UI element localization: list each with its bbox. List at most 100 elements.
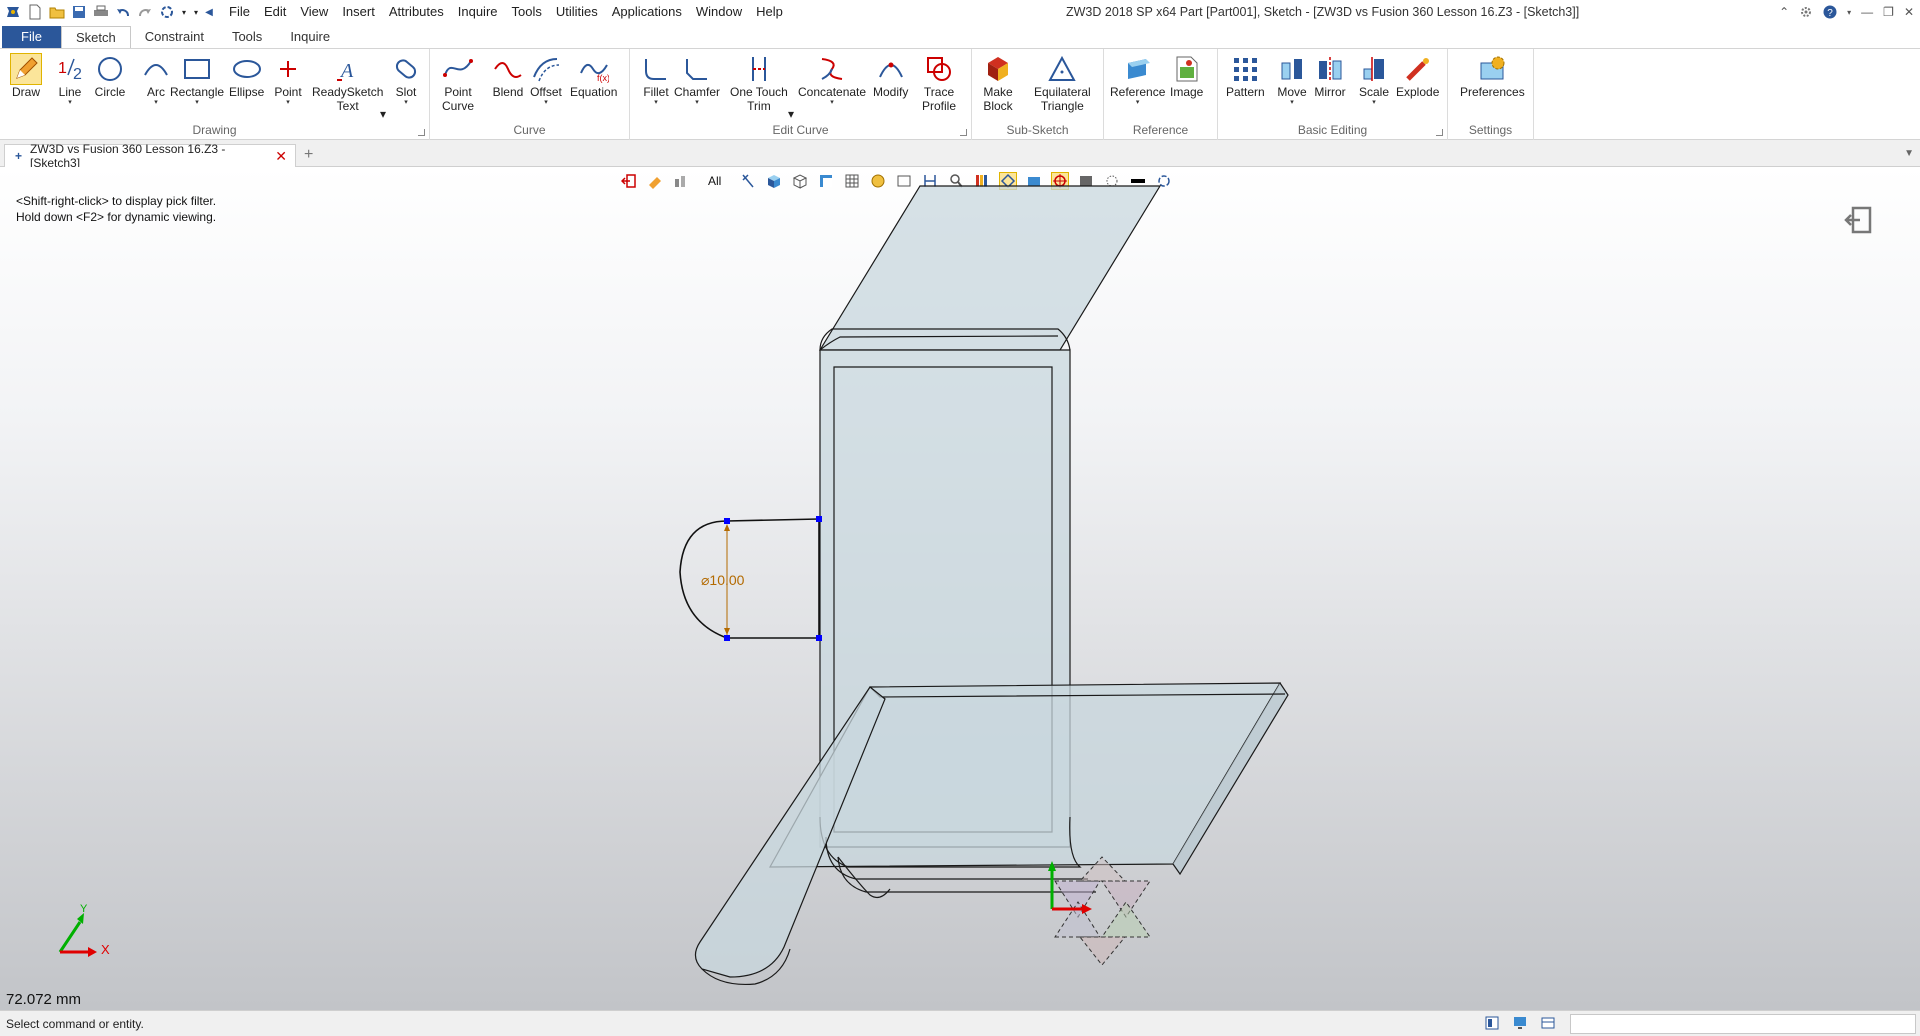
new-file-icon[interactable]: [26, 3, 44, 21]
help-dropdown-icon[interactable]: ▾: [1847, 8, 1851, 17]
print-icon[interactable]: [92, 3, 110, 21]
pattern-icon: [1229, 53, 1261, 85]
restore-icon[interactable]: ❐: [1883, 5, 1894, 19]
concatenate-button[interactable]: Concatenate ▾: [798, 53, 866, 107]
undo-icon[interactable]: [114, 3, 132, 21]
move-button[interactable]: Move ▾: [1276, 53, 1308, 107]
minimize-icon[interactable]: —: [1861, 5, 1873, 19]
triangle-icon: [1046, 53, 1078, 85]
rectangle-dropdown-icon[interactable]: ▾: [195, 99, 199, 107]
equation-button[interactable]: f(x) Equation: [570, 53, 617, 99]
trace-profile-button[interactable]: Trace Profile: [922, 53, 956, 113]
point-dropdown-icon[interactable]: ▾: [286, 99, 290, 107]
make-block-button[interactable]: Make Block: [982, 53, 1014, 113]
basic-editing-launcher-icon[interactable]: [1436, 129, 1443, 136]
command-input[interactable]: [1570, 1014, 1916, 1034]
ellipse-button[interactable]: Ellipse: [229, 53, 264, 99]
chevron-down-icon[interactable]: ▾: [180, 3, 188, 21]
image-button[interactable]: Image: [1170, 53, 1203, 99]
menu-view[interactable]: View: [293, 0, 335, 24]
menu-insert[interactable]: Insert: [335, 0, 382, 24]
readysketch-dropdown-icon[interactable]: ▾: [380, 107, 386, 121]
tab-inquire[interactable]: Inquire: [276, 26, 344, 48]
draw-button[interactable]: Draw: [10, 53, 42, 99]
point-button[interactable]: Point ▾: [272, 53, 304, 107]
menu-inquire[interactable]: Inquire: [451, 0, 505, 24]
equilateral-triangle-button[interactable]: Equilateral Triangle: [1034, 53, 1091, 113]
arc-dropdown-icon[interactable]: ▾: [154, 99, 158, 107]
slot-dropdown-icon[interactable]: ▾: [404, 99, 408, 107]
chamfer-icon: [681, 53, 713, 85]
ribbon-collapse-icon[interactable]: ⌃: [1779, 5, 1789, 19]
drawing-launcher-icon[interactable]: [418, 129, 425, 136]
edit-curve-launcher-icon[interactable]: [960, 129, 967, 136]
menu-utilities[interactable]: Utilities: [549, 0, 605, 24]
exit-sketch-icon[interactable]: [1844, 205, 1874, 238]
diameter-dimension[interactable]: ⌀10.00: [701, 572, 744, 589]
move-dropdown-icon[interactable]: ▾: [1290, 99, 1294, 107]
fillet-dropdown-icon[interactable]: ▾: [654, 99, 658, 107]
menu-edit[interactable]: Edit: [257, 0, 293, 24]
menu-attributes[interactable]: Attributes: [382, 0, 451, 24]
offset-dropdown-icon[interactable]: ▾: [544, 99, 548, 107]
modify-button[interactable]: Modify: [873, 53, 908, 99]
arc-button[interactable]: Arc ▾: [140, 53, 172, 107]
tab-file[interactable]: File: [2, 26, 61, 48]
close-icon[interactable]: ✕: [1904, 5, 1914, 19]
blend-button[interactable]: Blend: [492, 53, 524, 99]
customize-dropdown-icon[interactable]: ▾: [192, 3, 200, 21]
tab-tools[interactable]: Tools: [218, 26, 276, 48]
chamfer-button[interactable]: Chamfer ▾: [674, 53, 720, 107]
fillet-button[interactable]: Fillet ▾: [640, 53, 672, 107]
mirror-icon: [1314, 53, 1346, 85]
app-logo-icon[interactable]: [4, 3, 22, 21]
monitor-icon[interactable]: [1512, 1015, 1528, 1034]
menu-tools[interactable]: Tools: [505, 0, 549, 24]
redo-icon[interactable]: [136, 3, 154, 21]
document-tab[interactable]: + ZW3D vs Fusion 360 Lesson 16.Z3 - [Ske…: [4, 142, 296, 170]
concatenate-dropdown-icon[interactable]: ▾: [830, 99, 834, 107]
rectangle-button[interactable]: Rectangle ▾: [170, 53, 224, 107]
menu-applications[interactable]: Applications: [605, 0, 689, 24]
reference-button[interactable]: Reference ▾: [1110, 53, 1165, 107]
layout-icon[interactable]: [1484, 1015, 1500, 1034]
circle-button[interactable]: Circle: [94, 53, 126, 99]
line-dropdown-icon[interactable]: ▾: [68, 99, 72, 107]
help-icon[interactable]: ?: [1823, 5, 1837, 19]
scale-button[interactable]: Scale ▾: [1358, 53, 1390, 107]
graphics-viewport[interactable]: <Shift-right-click> to display pick filt…: [0, 167, 1920, 1010]
offset-button[interactable]: Offset ▾: [530, 53, 562, 107]
pattern-button[interactable]: Pattern: [1226, 53, 1265, 99]
trim-dropdown-icon[interactable]: ▾: [788, 107, 794, 121]
slot-button[interactable]: Slot ▾: [390, 53, 422, 107]
tab-sketch[interactable]: Sketch: [60, 26, 131, 48]
preferences-button[interactable]: Preferences: [1460, 53, 1525, 99]
open-folder-icon[interactable]: [48, 3, 66, 21]
mirror-button[interactable]: Mirror: [1314, 53, 1346, 99]
group-basic-editing: Pattern Move ▾ Mirror Scale ▾ Explode Ba…: [1218, 49, 1448, 140]
gear-icon[interactable]: [1799, 5, 1813, 19]
repeat-command-icon[interactable]: [158, 3, 176, 21]
point-curve-button[interactable]: Point Curve: [442, 53, 474, 113]
save-icon[interactable]: [70, 3, 88, 21]
reference-dropdown-icon[interactable]: ▾: [1136, 99, 1140, 107]
part-model[interactable]: [0, 167, 1920, 1010]
menu-help[interactable]: Help: [749, 0, 790, 24]
menu-file[interactable]: File: [222, 0, 257, 24]
group-label-basic-editing: Basic Editing: [1297, 123, 1368, 137]
panel-icon[interactable]: [1540, 1015, 1556, 1034]
modify-icon: [875, 53, 907, 85]
scale-dropdown-icon[interactable]: ▾: [1372, 99, 1376, 107]
close-tab-icon[interactable]: ✕: [275, 148, 287, 165]
tab-constraint[interactable]: Constraint: [131, 26, 218, 48]
readysketch-text-button[interactable]: A ReadySketch Text: [312, 53, 383, 113]
chamfer-dropdown-icon[interactable]: ▾: [695, 99, 699, 107]
line-button[interactable]: 12 Line ▾: [54, 53, 86, 107]
new-tab-icon[interactable]: +: [304, 146, 313, 164]
tab-list-dropdown-icon[interactable]: ▼: [1904, 148, 1914, 159]
menu-window[interactable]: Window: [689, 0, 749, 24]
explode-button[interactable]: Explode: [1396, 53, 1439, 99]
one-touch-trim-button[interactable]: One Touch Trim: [730, 53, 788, 113]
group-edit-curve: Fillet ▾ Chamfer ▾ One Touch Trim ▾ Conc…: [630, 49, 972, 140]
back-arrow-icon[interactable]: ◀: [204, 3, 214, 21]
